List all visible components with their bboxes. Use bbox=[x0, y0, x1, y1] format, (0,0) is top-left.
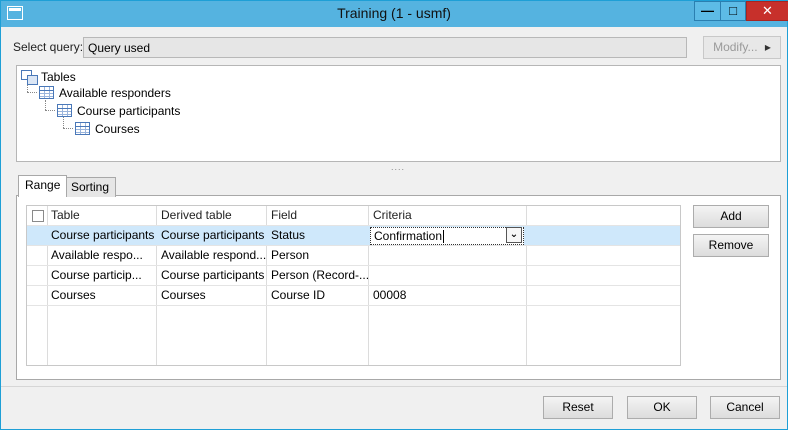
tree-connector bbox=[27, 92, 37, 93]
cell-field: Course ID bbox=[271, 288, 326, 302]
reset-button[interactable]: Reset bbox=[543, 396, 613, 419]
cell-derived-table: Course participants bbox=[161, 268, 265, 282]
grid-header-row: Table Derived table Field Criteria bbox=[27, 206, 680, 226]
tree-node-label: Tables bbox=[41, 70, 76, 84]
add-button[interactable]: Add bbox=[693, 205, 769, 228]
cell-table: Courses bbox=[51, 288, 96, 302]
tree-node-available-responders[interactable]: Available responders bbox=[39, 85, 171, 101]
column-header-derived-table[interactable]: Derived table bbox=[157, 206, 266, 226]
footer-divider bbox=[1, 386, 787, 387]
chevron-right-icon: ▸ bbox=[764, 40, 771, 54]
close-button[interactable]: ✕ bbox=[746, 1, 788, 21]
tree-node-label: Available responders bbox=[59, 86, 171, 100]
window-title: Training (1 - usmf) bbox=[337, 5, 451, 21]
cell-criteria[interactable] bbox=[369, 246, 526, 266]
table-row[interactable]: Courses Courses Course ID 00008 bbox=[27, 286, 680, 306]
tree-node-course-participants[interactable]: Course participants bbox=[57, 103, 180, 119]
table-icon bbox=[39, 86, 54, 99]
maximize-button[interactable]: □ bbox=[720, 1, 746, 21]
ok-button[interactable]: OK bbox=[627, 396, 697, 419]
tables-tree[interactable]: Tables Available responders Course parti… bbox=[16, 65, 781, 162]
select-all-checkbox[interactable] bbox=[32, 210, 44, 222]
modify-button-label: Modify... bbox=[713, 40, 758, 54]
column-header-table[interactable]: Table bbox=[47, 206, 156, 226]
text-caret bbox=[443, 230, 445, 244]
cell-field: Person bbox=[271, 248, 310, 262]
select-query-label: Select query: bbox=[13, 40, 84, 54]
select-query-field[interactable]: Query used bbox=[83, 37, 687, 58]
criteria-input-value: Confirmation bbox=[374, 229, 443, 243]
table-row[interactable]: Available respo... Available respond... … bbox=[27, 246, 680, 266]
table-icon bbox=[57, 104, 72, 117]
column-header-criteria[interactable]: Criteria bbox=[369, 206, 526, 226]
table-row[interactable]: Course particip... Course participants P… bbox=[27, 266, 680, 286]
splitter-handle[interactable]: .... bbox=[391, 162, 405, 172]
criteria-input[interactable]: Confirmation bbox=[370, 227, 524, 245]
cell-derived-table: Course participants bbox=[161, 228, 265, 242]
title-bar[interactable]: Training (1 - usmf) — □ ✕ bbox=[1, 1, 788, 27]
cell-field: Status bbox=[271, 228, 306, 242]
minimize-button[interactable]: — bbox=[694, 1, 720, 21]
tab-range[interactable]: Range bbox=[18, 175, 68, 197]
table-row[interactable]: Course participants Course participants … bbox=[27, 226, 680, 246]
tables-icon bbox=[21, 70, 38, 85]
cell-derived-table: Courses bbox=[161, 288, 206, 302]
column-header-field[interactable]: Field bbox=[267, 206, 368, 226]
range-grid[interactable]: Table Derived table Field Criteria Cours… bbox=[26, 205, 681, 366]
cell-table: Available respo... bbox=[51, 248, 143, 262]
chevron-down-icon[interactable]: ⌄ bbox=[506, 227, 522, 243]
tab-sorting[interactable]: Sorting bbox=[64, 177, 117, 197]
cancel-button[interactable]: Cancel bbox=[710, 396, 780, 419]
tree-node-courses[interactable]: Courses bbox=[75, 121, 140, 137]
cell-table: Course participants bbox=[51, 228, 155, 242]
cell-table: Course particip... bbox=[51, 268, 142, 282]
table-icon bbox=[75, 122, 90, 135]
cell-derived-table: Available respond... bbox=[161, 248, 266, 262]
remove-button[interactable]: Remove bbox=[693, 234, 769, 257]
cell-criteria[interactable]: 00008 bbox=[369, 286, 526, 306]
tree-node-label: Course participants bbox=[77, 104, 181, 118]
tree-connector bbox=[45, 110, 55, 111]
tree-node-tables[interactable]: Tables bbox=[21, 69, 76, 85]
tree-connector bbox=[63, 128, 73, 129]
tree-connector bbox=[45, 100, 46, 110]
dialog-window: Training (1 - usmf) — □ ✕ Select query: … bbox=[0, 0, 788, 430]
tree-node-label: Courses bbox=[95, 122, 140, 136]
modify-button[interactable]: Modify... ▸ bbox=[703, 36, 781, 59]
cell-criteria[interactable] bbox=[369, 266, 526, 286]
cell-field: Person (Record-... bbox=[271, 268, 368, 282]
